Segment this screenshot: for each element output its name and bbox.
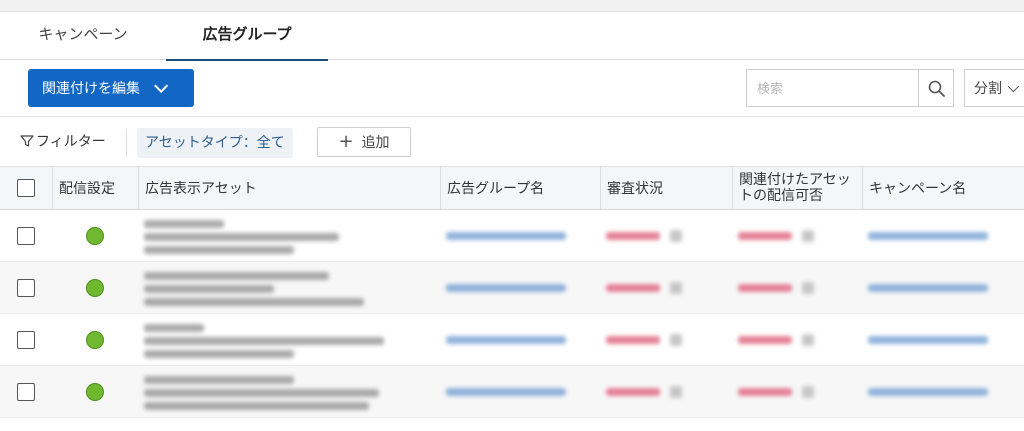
obscured-asset-text [144, 374, 379, 410]
info-icon[interactable] [802, 229, 814, 242]
table-row [0, 262, 1024, 314]
select-all-cell [0, 167, 52, 209]
table-row [0, 210, 1024, 262]
info-icon[interactable] [802, 281, 814, 294]
info-icon[interactable] [802, 385, 814, 398]
search-box [746, 69, 954, 107]
info-icon[interactable] [670, 229, 682, 242]
search-button[interactable] [918, 70, 953, 106]
info-icon[interactable] [670, 281, 682, 294]
obscured-ad-group-link[interactable] [446, 231, 566, 240]
tab-ad-group[interactable]: 広告グループ [166, 12, 328, 61]
edit-association-label: 関連付けを編集 [42, 81, 140, 97]
table-header: 配信設定 広告表示アセット 広告グループ名 審査状況 関連付けたアセットの配信可… [0, 166, 1024, 210]
row-checkbox[interactable] [17, 278, 35, 297]
add-filter-label: 追加 [361, 135, 390, 151]
obscured-eligibility-status [738, 335, 792, 344]
column-header-ad-group[interactable]: 広告グループ名 [440, 167, 600, 209]
divider [126, 129, 127, 157]
filter-bar: フィルター アセットタイプ：全て + 追加 [0, 116, 1024, 166]
info-icon[interactable] [670, 385, 682, 398]
filter-label: フィルター [36, 134, 106, 150]
asset-table: 配信設定 広告表示アセット 広告グループ名 審査状況 関連付けたアセットの配信可… [0, 166, 1024, 418]
obscured-review-status [606, 387, 660, 396]
status-dot[interactable] [86, 226, 104, 245]
column-header-campaign[interactable]: キャンペーン名 [862, 167, 1024, 209]
tab-campaign[interactable]: キャンペーン [24, 12, 142, 60]
status-dot[interactable] [86, 278, 104, 297]
column-header-delivery[interactable]: 配信設定 [52, 167, 138, 209]
obscured-eligibility-status [738, 387, 792, 396]
obscured-campaign-link[interactable] [868, 387, 988, 396]
table-row [0, 314, 1024, 366]
obscured-review-status [606, 335, 660, 344]
select-all-checkbox[interactable] [17, 179, 35, 197]
edit-association-button[interactable]: 関連付けを編集 [28, 69, 194, 107]
row-checkbox[interactable] [17, 330, 35, 349]
split-dropdown[interactable]: 分割 [964, 69, 1024, 107]
search-input[interactable] [747, 70, 918, 106]
info-icon[interactable] [802, 333, 814, 346]
obscured-campaign-link[interactable] [868, 335, 988, 344]
chevron-down-icon [1007, 80, 1020, 93]
filter-button[interactable]: フィルター [20, 131, 106, 151]
search-icon [928, 80, 945, 97]
obscured-ad-group-link[interactable] [446, 335, 566, 344]
table-row [0, 366, 1024, 418]
obscured-ad-group-link[interactable] [446, 283, 566, 292]
obscured-asset-text [144, 270, 364, 306]
obscured-review-status [606, 283, 660, 292]
asset-type-filter-chip[interactable]: アセットタイプ：全て [137, 128, 293, 158]
column-header-review[interactable]: 審査状況 [600, 167, 732, 209]
chevron-down-icon [154, 78, 169, 93]
obscured-campaign-link[interactable] [868, 283, 988, 292]
status-dot[interactable] [86, 382, 104, 401]
obscured-asset-text [144, 322, 384, 358]
row-checkbox[interactable] [17, 382, 35, 401]
split-label: 分割 [974, 81, 1002, 97]
row-checkbox[interactable] [17, 226, 35, 245]
obscured-review-status [606, 231, 660, 240]
obscured-eligibility-status [738, 283, 792, 292]
obscured-asset-text [144, 218, 339, 254]
obscured-eligibility-status [738, 231, 792, 240]
add-filter-button[interactable]: + 追加 [317, 127, 411, 157]
plus-icon: + [338, 131, 354, 152]
info-icon[interactable] [670, 333, 682, 346]
tab-bar: キャンペーン 広告グループ [0, 12, 1024, 61]
obscured-campaign-link[interactable] [868, 231, 988, 240]
column-header-asset[interactable]: 広告表示アセット [138, 167, 440, 209]
column-header-asset-eligibility[interactable]: 関連付けたアセットの配信可否 [732, 167, 862, 209]
filter-icon [20, 135, 34, 147]
browser-top-strip [0, 0, 1024, 12]
obscured-ad-group-link[interactable] [446, 387, 566, 396]
status-dot[interactable] [86, 330, 104, 349]
